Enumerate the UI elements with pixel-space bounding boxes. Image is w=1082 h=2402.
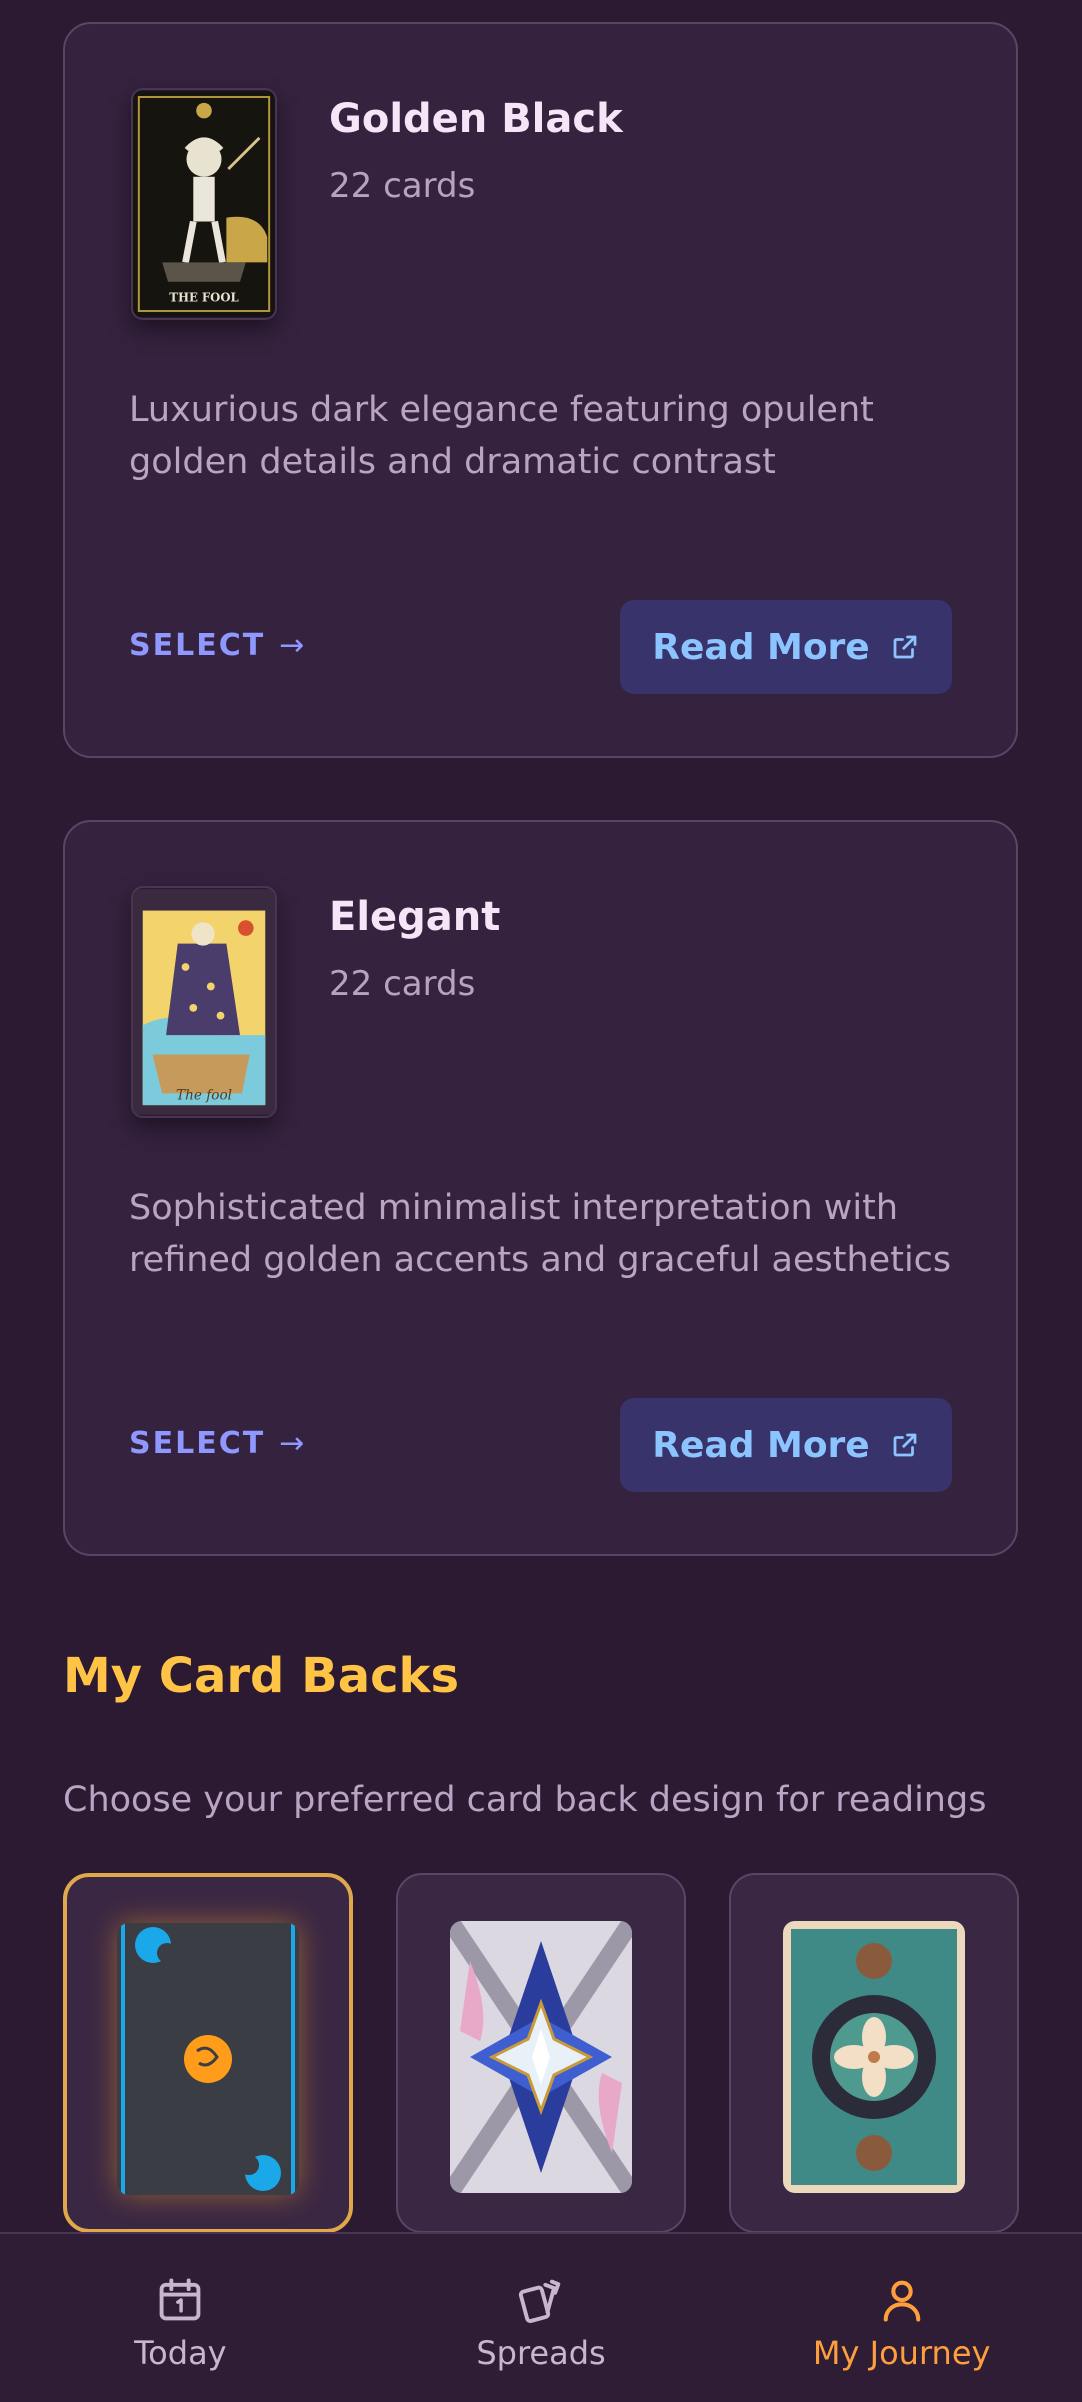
deck-thumbnail: The fool [131,886,277,1118]
deck-card-count: 22 cards [329,166,476,206]
fool-card-golden-black-image: THE FOOL [133,91,275,317]
card-back-option-3[interactable] [729,1873,1019,2233]
deck-description: Luxurious dark elegance featuring opulen… [129,390,874,482]
nav-item-my-journey[interactable]: My Journey [721,2234,1082,2402]
select-label: SELECT [129,628,266,663]
read-more-label: Read More [652,1424,870,1466]
deck-title: Golden Black [329,96,623,142]
card-back-option-2[interactable] [396,1873,686,2233]
external-link-icon [893,635,917,659]
fool-card-elegant-image: The fool [133,889,275,1115]
select-label: SELECT [129,1426,266,1461]
arrow-right-icon: → [279,628,307,663]
nav-item-spreads[interactable]: Spreads [361,2234,722,2402]
select-button[interactable]: SELECT → [129,628,306,663]
card-back-image [783,1921,965,2193]
card-back-image [450,1921,632,2193]
deck-description: Sophisticated minimalist interpretation … [129,1188,952,1280]
external-link-icon [893,1433,917,1457]
deck-card-elegant: The fool Elegant 22 cards Sophisticated … [63,820,1018,1556]
deck-card-golden-black: THE FOOL Golden Black 22 cards Luxurious… [63,22,1018,758]
arrow-right-icon: → [279,1426,307,1461]
calendar-icon [159,2278,201,2321]
deck-title: Elegant [329,894,501,940]
nav-label-today: Today [134,2334,227,2372]
deck-card-count: 22 cards [329,964,476,1004]
read-more-label: Read More [652,626,870,668]
nav-item-today[interactable]: Today [0,2234,361,2402]
nav-label-spreads: Spreads [476,2334,606,2372]
svg-text:The fool: The fool [176,1087,232,1103]
user-icon [883,2280,920,2322]
read-more-button[interactable]: Read More [620,600,952,694]
read-more-button[interactable]: Read More [620,1398,952,1492]
nav-label-my-journey: My Journey [812,2334,991,2372]
card-backs-title: My Card Backs [63,1648,460,1704]
select-button[interactable]: SELECT → [129,1426,306,1461]
deck-thumbnail: THE FOOL [131,88,277,320]
card-back-option-1[interactable] [63,1873,353,2233]
card-back-image [117,1923,299,2195]
svg-text:THE FOOL: THE FOOL [169,290,238,304]
cards-icon [518,2279,561,2324]
card-backs-subtitle: Choose your preferred card back design f… [63,1780,987,1820]
bottom-navigation: Today Spreads My Journey [0,2232,1082,2402]
